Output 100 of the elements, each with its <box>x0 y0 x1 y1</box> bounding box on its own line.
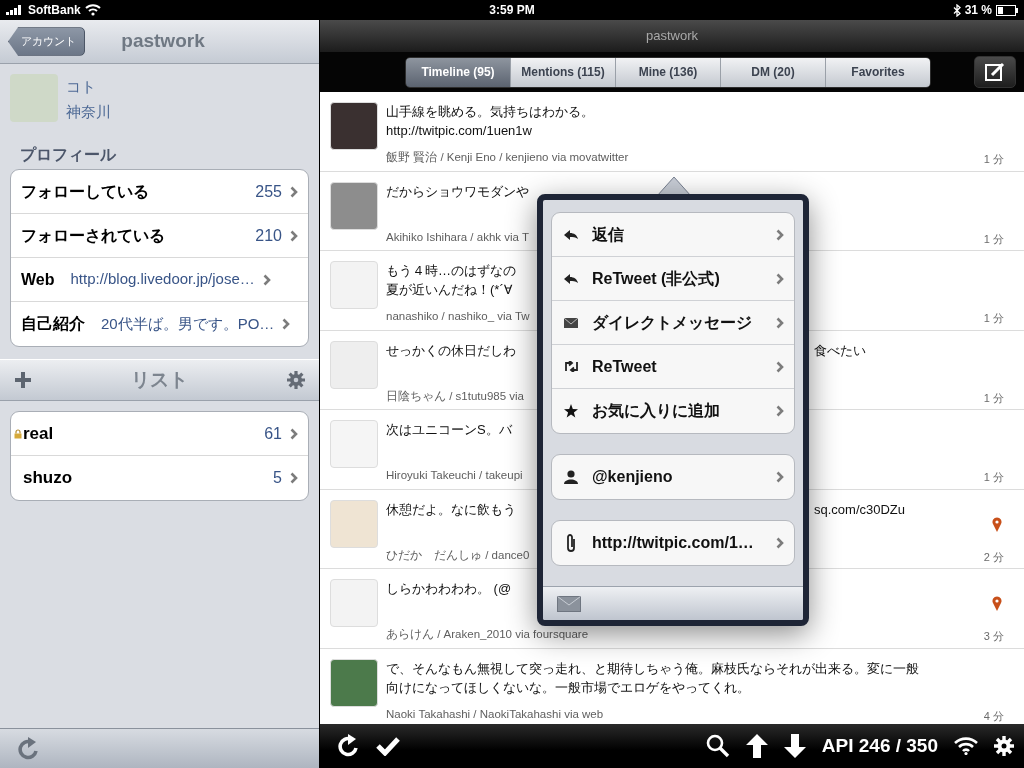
profile-row[interactable]: Web http://blog.livedoor.jp/jose… <box>11 258 308 302</box>
battery-percent: 31 % <box>964 2 992 19</box>
avatar-photo <box>330 261 378 309</box>
tweet-text: sq.com/c30DZu <box>814 500 906 519</box>
battery-icon <box>996 4 1018 16</box>
tab[interactable]: Favorites <box>826 57 930 87</box>
tweet-author: 飯野 賢治 / Kenji Eno / kenjieno via movatwitter <box>386 150 629 165</box>
back-button[interactable]: アカウント <box>8 27 85 56</box>
wifi-icon <box>84 4 101 16</box>
api-counter: API 246 / 350 <box>821 733 938 758</box>
avatar-photo <box>330 658 378 707</box>
tab[interactable]: DM (20) <box>721 57 826 87</box>
chevron-icon <box>776 316 784 329</box>
chevron-icon <box>776 360 784 373</box>
reply-arrow-icon <box>564 272 578 285</box>
tweet-author: 日陰ちゃん / s1tutu985 via <box>386 388 524 404</box>
avatar-photo <box>330 499 378 548</box>
wifi-icon <box>954 737 978 755</box>
signal-icon <box>6 5 24 15</box>
chevron-icon <box>290 229 298 242</box>
tweet-author: Hiroyuki Takeuchi / takeupi <box>386 468 523 483</box>
menu-item[interactable]: http://twitpic.com/1… <box>552 521 794 565</box>
avatar-photo <box>10 74 58 122</box>
tab[interactable]: Timeline (95) <box>406 57 511 87</box>
tweet-time: 1 分 <box>983 231 1004 247</box>
profile-location: 神奈川 <box>66 102 111 122</box>
bluetooth-icon <box>952 3 961 17</box>
tweet-text: 向けになってほしくないな。一般市場でエロゲをやってくれ。 <box>386 678 750 697</box>
paperclip-icon <box>565 533 577 553</box>
chevron-icon <box>776 272 784 285</box>
tab[interactable]: Mentions (115) <box>511 57 616 87</box>
add-icon[interactable] <box>14 371 32 389</box>
chevron-icon <box>290 472 298 484</box>
menu-item[interactable]: ReTweet (非公式) <box>552 257 794 301</box>
envelope-icon[interactable] <box>557 595 581 612</box>
list-count: 61 <box>264 423 282 444</box>
menu-item[interactable]: 返信 <box>552 213 794 257</box>
chevron-icon <box>776 537 784 549</box>
tweet-text: 夏が近いんだね！(*´∀ <box>386 281 513 299</box>
avatar-photo <box>330 340 378 389</box>
section-title: プロフィール <box>20 146 116 163</box>
profile-row[interactable]: 自己紹介 20代半ば。男です。PO… <box>11 302 308 346</box>
search-icon[interactable] <box>705 734 730 758</box>
tweet-time: 3 分 <box>983 629 1004 644</box>
status-time: 3:59 PM <box>489 3 535 17</box>
checkmark-icon[interactable] <box>376 736 400 756</box>
tweet-text: で、そんなもん無視して突っ走れ、と期待しちゃう俺。麻枝氏ならそれが出来る。変に一般 <box>386 659 919 678</box>
menu-item[interactable]: お気に入りに追加 <box>552 389 794 433</box>
refresh-icon[interactable] <box>338 734 360 758</box>
avatar-photo <box>330 579 378 627</box>
tweet-text: しらかわわわわ。 (@ <box>386 580 513 598</box>
avatar-photo <box>330 181 378 230</box>
down-arrow-icon[interactable] <box>783 734 806 758</box>
list-name[interactable]: shuzo <box>23 465 73 491</box>
compose-icon <box>985 62 1005 82</box>
profile-name: コト <box>66 77 97 97</box>
tweet-author: ひだか だんしゅ / dance0 <box>386 547 530 563</box>
chevron-icon <box>776 471 784 483</box>
tweet-text: 休憩だよ。なに飲もう <box>386 500 517 519</box>
tweet-author: Naoki Takahashi / NaokiTakahashi via web <box>386 706 604 722</box>
envelope-icon <box>564 317 578 328</box>
lists-title: リスト <box>131 367 188 392</box>
tweet-text: だからショウワモダンや <box>386 182 530 201</box>
up-arrow-icon[interactable] <box>745 734 768 758</box>
chevron-icon <box>290 427 298 440</box>
tweet-text: 山手線を眺める。気持ちはわかる。 <box>386 103 594 121</box>
profile-row[interactable]: フォローしている 255 <box>11 170 308 214</box>
menu-item[interactable]: ReTweet <box>552 345 794 389</box>
tweet-time: 4 分 <box>983 708 1004 724</box>
avatar-photo <box>330 102 378 150</box>
tweet-text: 食べたい <box>814 341 866 360</box>
tab[interactable]: Mine (136) <box>616 57 721 87</box>
retweet-icon <box>563 361 579 372</box>
chevron-icon <box>262 273 271 286</box>
avatar-photo <box>330 420 378 468</box>
tweet-time: 2 分 <box>983 549 1004 565</box>
tweet-author: Akihiko Ishihara / akhk via T <box>386 229 529 245</box>
tweet-time: 1 分 <box>983 470 1004 485</box>
tweet-time: 1 分 <box>983 311 1004 326</box>
window-title: pastwork <box>646 27 698 46</box>
person-icon <box>564 470 578 484</box>
chevron-icon <box>282 318 291 330</box>
profile-row[interactable]: フォローされている 210 <box>11 214 308 258</box>
tweet-time: 1 分 <box>983 390 1004 406</box>
reply-arrow-icon <box>564 228 578 241</box>
tweet-text: http://twitpic.com/1uen1w <box>386 122 532 140</box>
tweet-text: 次はユニコーンS。バ <box>386 421 513 439</box>
menu-item[interactable]: ダイレクトメッセージ <box>552 301 794 345</box>
compose-button[interactable] <box>974 56 1016 88</box>
tweet-time: 1 分 <box>983 152 1004 167</box>
tweet-text: もう４時…のはずなの <box>386 262 517 280</box>
list-name[interactable]: real <box>23 420 54 447</box>
nav-title: pastwork <box>121 29 205 54</box>
tweet-author: あらけん / Araken_2010 via foursquare <box>386 627 589 642</box>
chevron-icon <box>776 228 784 241</box>
chevron-icon <box>290 185 298 198</box>
list-count: 5 <box>273 468 282 488</box>
menu-item[interactable]: @kenjieno <box>552 455 794 499</box>
carrier-name: SoftBank <box>28 2 81 19</box>
star-icon <box>564 404 578 418</box>
